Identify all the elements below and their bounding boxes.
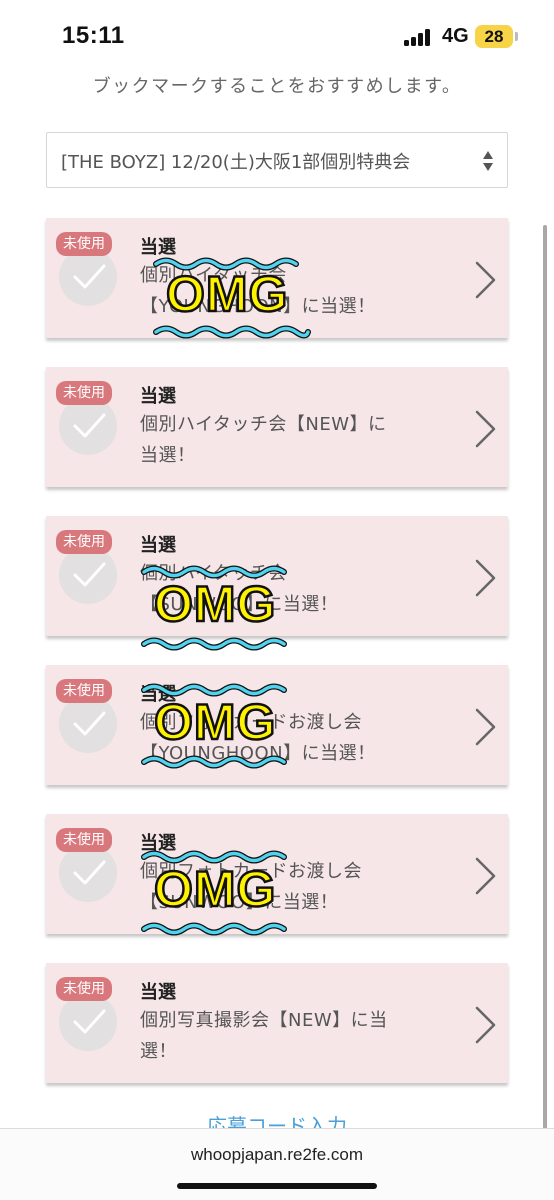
card-desc-line1: 個別フォトカードお渡し会	[140, 861, 362, 882]
status-bar: 15:11 4G 28	[0, 0, 554, 70]
chevron-right-icon	[475, 410, 496, 448]
chevron-right-icon	[475, 708, 496, 746]
card-desc-line1: 個別ハイタッチ会	[140, 265, 287, 286]
cellular-signal-icon	[404, 28, 434, 46]
unused-badge: 未使用	[56, 530, 112, 554]
card-desc-line1: 個別フォトカードお渡し会	[140, 712, 362, 733]
event-select[interactable]: [THE BOYZ] 12/20(土)大阪1部個別特典会	[46, 132, 508, 188]
unused-badge: 未使用	[56, 381, 112, 405]
card-title: 当選	[140, 386, 176, 407]
chevron-right-icon	[475, 857, 496, 895]
card-title: 当選	[140, 982, 176, 1003]
card-title: 当選	[140, 535, 176, 556]
chevron-right-icon	[475, 559, 496, 597]
status-time: 15:11	[62, 22, 125, 49]
unused-badge: 未使用	[56, 232, 112, 256]
card-description: 個別フォトカードお渡し会 【YOUNGHOON】に当選！	[140, 707, 410, 769]
page: 15:11 4G 28 ブックマークすることをおすすめします。 [THE BOY…	[0, 0, 554, 1200]
card-description: 個別ハイタッチ会【NEW】に 当選！	[140, 409, 410, 471]
card-desc-line1: 個別ハイタッチ会	[140, 563, 287, 584]
unused-badge: 未使用	[56, 828, 112, 852]
card-title: 当選	[140, 833, 176, 854]
check-icon	[59, 993, 117, 1051]
card-desc-line2: 【SUNWOO】に当選！	[140, 892, 339, 913]
card-desc-line1: 個別写真撮影会【NEW】に当	[140, 1010, 388, 1031]
check-icon	[59, 546, 117, 604]
card-description: 個別ハイタッチ会 【YOUNGHOON】に当選！	[140, 260, 410, 322]
home-indicator[interactable]	[177, 1183, 377, 1189]
card-desc-line2: 当選！	[140, 445, 196, 466]
card-desc-line2: 【YOUNGHOON】に当選！	[140, 743, 376, 764]
card-description: 個別写真撮影会【NEW】に当 選！	[140, 1005, 410, 1067]
apply-code-link[interactable]: 応募コード入力	[0, 1110, 554, 1130]
unused-badge: 未使用	[56, 977, 112, 1001]
chevron-right-icon	[475, 261, 496, 299]
ticket-card[interactable]: 未使用 当選 個別フォトカードお渡し会 【YOUNGHOON】に当選！	[46, 665, 508, 785]
card-description: 個別フォトカードお渡し会 【SUNWOO】に当選！	[140, 856, 410, 918]
card-description: 個別ハイタッチ会 【SUNWOO】に当選！	[140, 558, 410, 620]
card-desc-line2: 【SUNWOO】に当選！	[140, 594, 339, 615]
chevron-right-icon	[475, 1006, 496, 1044]
card-desc-line2: 選！	[140, 1041, 177, 1062]
ticket-card[interactable]: 未使用 当選 個別フォトカードお渡し会 【SUNWOO】に当選！	[46, 814, 508, 934]
battery-icon: 28	[475, 25, 513, 48]
card-title: 当選	[140, 684, 176, 705]
event-select-value: [THE BOYZ] 12/20(土)大阪1部個別特典会	[61, 152, 411, 173]
check-icon	[59, 844, 117, 902]
sort-arrows-icon	[483, 151, 493, 171]
check-icon	[59, 397, 117, 455]
browser-address-bar[interactable]: whoopjapan.re2fe.com	[0, 1128, 554, 1200]
bookmark-note: ブックマークすることをおすすめします。	[92, 76, 462, 97]
unused-badge: 未使用	[56, 679, 112, 703]
card-title: 当選	[140, 237, 176, 258]
ticket-card[interactable]: 未使用 当選 個別ハイタッチ会【NEW】に 当選！	[46, 367, 508, 487]
check-icon	[59, 248, 117, 306]
ticket-card[interactable]: 未使用 当選 個別ハイタッチ会 【YOUNGHOON】に当選！	[46, 218, 508, 338]
url-text[interactable]: whoopjapan.re2fe.com	[0, 1145, 554, 1165]
check-icon	[59, 695, 117, 753]
scrollbar[interactable]	[543, 225, 547, 1130]
ticket-card[interactable]: 未使用 当選 個別ハイタッチ会 【SUNWOO】に当選！	[46, 516, 508, 636]
battery-tip	[515, 32, 518, 41]
battery-level: 28	[484, 27, 504, 46]
network-type: 4G	[442, 25, 469, 47]
card-desc-line1: 個別ハイタッチ会【NEW】に	[140, 414, 387, 435]
card-desc-line2: 【YOUNGHOON】に当選！	[140, 296, 376, 317]
ticket-card[interactable]: 未使用 当選 個別写真撮影会【NEW】に当 選！	[46, 963, 508, 1083]
